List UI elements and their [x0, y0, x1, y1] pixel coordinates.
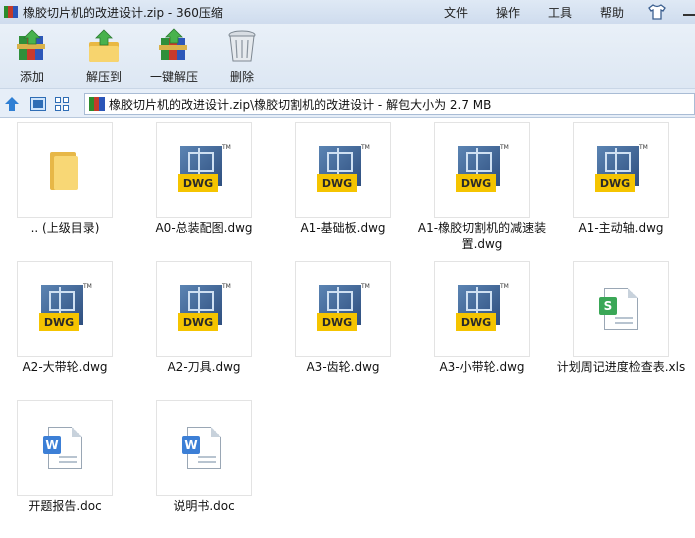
file-name: A3-齿轮.dwg — [306, 360, 380, 374]
dwg-file-icon: DWG TM — [178, 144, 231, 194]
add-archive-icon — [17, 29, 45, 60]
up-arrow-icon[interactable] — [4, 96, 20, 112]
dwg-file-icon: DWG TM — [178, 283, 231, 333]
dwg-file-icon: DWG TM — [456, 144, 509, 194]
file-name: 计划周记进度检查表.xls — [556, 360, 686, 374]
file-name: A2-大带轮.dwg — [22, 360, 108, 374]
dwg-file-icon: DWG TM — [39, 283, 92, 333]
file-list: .. (上级目录) DWG TM A0-总装配图.dwg DWG TM A1-基础板… — [0, 118, 695, 538]
file-thumb: DWG TM — [434, 122, 530, 218]
file-item-xls[interactable]: S 计划周记进度检查表.xls — [556, 257, 686, 393]
file-item-doc[interactable]: W 说明书.doc — [139, 396, 269, 532]
dwg-file-icon: DWG TM — [595, 144, 648, 194]
toolbar: 添加 解压到 一键解压 删除 — [0, 24, 695, 88]
skin-shirt-icon[interactable] — [648, 4, 666, 20]
file-item-dwg[interactable]: DWG TM A1-主动轴.dwg — [556, 118, 686, 254]
file-thumb: DWG TM — [17, 261, 113, 357]
delete-label: 删除 — [229, 70, 254, 84]
add-label: 添加 — [19, 70, 44, 84]
word-file-icon: W — [182, 427, 221, 469]
file-item-dwg[interactable]: DWG TM A2-大带轮.dwg — [0, 257, 130, 393]
file-thumb: DWG TM — [156, 261, 252, 357]
title-bar: 橡胶切片机的改进设计.zip - 360压缩 文件 操作 工具 帮助 — [0, 0, 695, 24]
file-thumb: W — [17, 400, 113, 496]
file-item-dwg[interactable]: DWG TM A0-总装配图.dwg — [139, 118, 269, 254]
file-name: A3-小带轮.dwg — [439, 360, 525, 374]
address-bar: 橡胶切片机的改进设计.zip\橡胶切割机的改进设计 - 解包大小为 2.7 MB — [0, 88, 695, 118]
file-thumb: DWG TM — [573, 122, 669, 218]
one-click-extract-button[interactable]: 一键解压 — [148, 28, 200, 86]
archive-icon — [89, 97, 105, 111]
file-thumb: DWG TM — [434, 261, 530, 357]
file-item-parent-folder[interactable]: .. (上级目录) — [0, 118, 130, 254]
menu-file[interactable]: 文件 — [444, 4, 468, 21]
file-thumb: W — [156, 400, 252, 496]
file-item-dwg[interactable]: DWG TM A1-基础板.dwg — [278, 118, 408, 254]
file-name: A0-总装配图.dwg — [155, 221, 253, 235]
dwg-file-icon: DWG TM — [317, 144, 370, 194]
path-text: 橡胶切片机的改进设计.zip\橡胶切割机的改进设计 - 解包大小为 2.7 MB — [109, 97, 492, 112]
small-icons-view-icon[interactable] — [55, 97, 69, 111]
file-item-dwg[interactable]: DWG TM A3-齿轮.dwg — [278, 257, 408, 393]
folder-icon — [50, 150, 80, 190]
one-click-extract-label: 一键解压 — [149, 70, 198, 84]
file-name: 开题报告.doc — [28, 499, 102, 513]
one-click-extract-icon — [159, 28, 187, 60]
delete-button[interactable]: 删除 — [222, 28, 262, 86]
file-name: A2-刀具.dwg — [167, 360, 241, 374]
file-name: A1-基础板.dwg — [300, 221, 386, 235]
extract-folder-icon — [89, 29, 119, 62]
menu-help[interactable]: 帮助 — [600, 4, 624, 21]
file-thumb — [17, 122, 113, 218]
spreadsheet-file-icon: S — [599, 288, 638, 330]
word-file-icon: W — [43, 427, 82, 469]
file-name: .. (上级目录) — [30, 221, 100, 235]
minimize-button[interactable] — [682, 4, 695, 18]
app-icon — [4, 5, 18, 19]
extract-to-label: 解压到 — [85, 70, 122, 84]
extract-to-button[interactable]: 解压到 — [82, 28, 126, 86]
file-item-doc[interactable]: W 开题报告.doc — [0, 396, 130, 532]
file-name: 说明书.doc — [173, 499, 235, 513]
file-thumb: DWG TM — [295, 261, 391, 357]
file-thumb: DWG TM — [295, 122, 391, 218]
file-name: A1-橡胶切割机的减速装置.dwg — [417, 221, 547, 251]
menu-operation[interactable]: 操作 — [496, 4, 520, 21]
trash-bin-icon — [228, 30, 256, 62]
menu-tools[interactable]: 工具 — [548, 4, 572, 21]
add-button[interactable]: 添加 — [12, 28, 52, 86]
file-name: A1-主动轴.dwg — [578, 221, 664, 235]
window-title: 橡胶切片机的改进设计.zip - 360压缩 — [23, 5, 223, 20]
file-thumb: S — [573, 261, 669, 357]
file-item-dwg[interactable]: DWG TM A3-小带轮.dwg — [417, 257, 547, 393]
file-item-dwg[interactable]: DWG TM A1-橡胶切割机的减速装置.dwg — [417, 118, 547, 254]
large-icons-view-icon[interactable] — [30, 97, 46, 111]
file-item-dwg[interactable]: DWG TM A2-刀具.dwg — [139, 257, 269, 393]
dwg-file-icon: DWG TM — [317, 283, 370, 333]
file-thumb: DWG TM — [156, 122, 252, 218]
path-field[interactable]: 橡胶切片机的改进设计.zip\橡胶切割机的改进设计 - 解包大小为 2.7 MB — [84, 93, 695, 115]
dwg-file-icon: DWG TM — [456, 283, 509, 333]
